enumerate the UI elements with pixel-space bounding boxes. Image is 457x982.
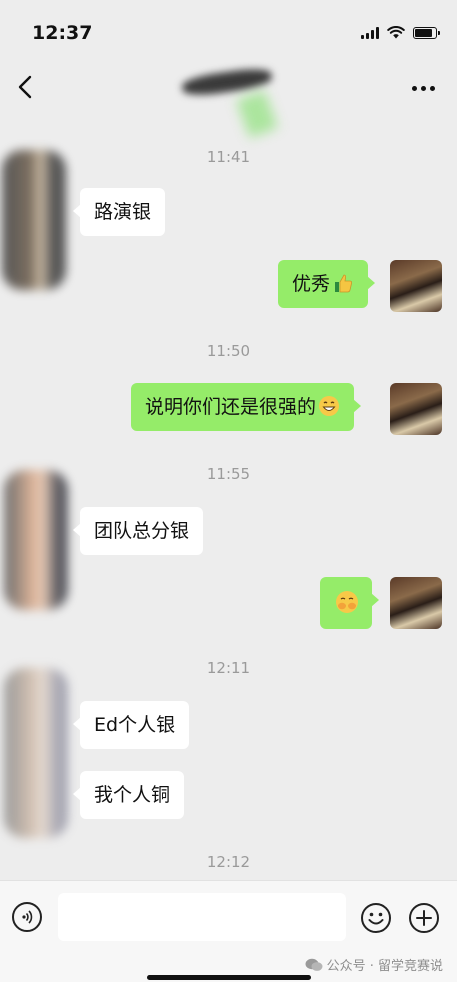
wechat-icon xyxy=(305,958,323,971)
more-options-button[interactable] xyxy=(412,86,435,91)
message-timestamp: 12:12 xyxy=(206,853,251,871)
contact-avatar[interactable] xyxy=(2,150,66,290)
my-avatar[interactable] xyxy=(390,577,442,629)
more-functions-button[interactable] xyxy=(408,902,440,934)
status-time: 12:37 xyxy=(32,22,93,44)
voice-input-button[interactable] xyxy=(12,902,42,932)
message-timestamp: 11:50 xyxy=(206,342,251,360)
incoming-message[interactable]: Ed个人银 xyxy=(72,701,190,749)
outgoing-message-text: 优秀 xyxy=(292,273,331,295)
message-input[interactable] xyxy=(58,893,346,941)
input-bar: 公众号 · 留学竞赛说 xyxy=(0,880,457,982)
outgoing-message[interactable]: 说明你们还是很强的 xyxy=(131,383,362,431)
watermark: 公众号 · 留学竞赛说 xyxy=(305,955,443,974)
status-bar: 12:37 xyxy=(0,0,457,60)
wifi-icon xyxy=(387,26,405,39)
shy-face-icon xyxy=(336,591,358,613)
thumbs-up-icon xyxy=(335,274,353,293)
incoming-message[interactable]: 路演银 xyxy=(72,188,166,236)
watermark-text: 公众号 · 留学竞赛说 xyxy=(326,959,443,974)
home-indicator[interactable] xyxy=(147,975,311,980)
my-avatar[interactable] xyxy=(390,383,442,435)
message-timestamp: 12:11 xyxy=(206,659,251,677)
back-button[interactable] xyxy=(14,74,38,100)
chat-header xyxy=(0,60,457,138)
message-timestamp: 11:55 xyxy=(206,465,251,483)
message-timestamp: 11:41 xyxy=(206,148,251,166)
contact-name-redacted xyxy=(178,64,278,138)
grinning-face-icon xyxy=(319,396,340,416)
outgoing-message[interactable] xyxy=(320,577,379,629)
emoji-button[interactable] xyxy=(360,902,392,934)
incoming-message[interactable]: 团队总分银 xyxy=(72,507,204,555)
voice-wave-icon xyxy=(22,910,33,924)
status-icons xyxy=(361,26,440,39)
outgoing-message-text: 说明你们还是很强的 xyxy=(145,396,317,418)
incoming-message[interactable]: 我个人铜 xyxy=(72,771,185,819)
battery-icon xyxy=(413,26,440,39)
my-avatar[interactable] xyxy=(390,260,442,312)
contact-avatar[interactable] xyxy=(4,668,68,838)
contact-avatar[interactable] xyxy=(4,470,68,610)
outgoing-message[interactable]: 优秀 xyxy=(278,260,376,308)
cellular-signal-icon xyxy=(361,26,379,39)
